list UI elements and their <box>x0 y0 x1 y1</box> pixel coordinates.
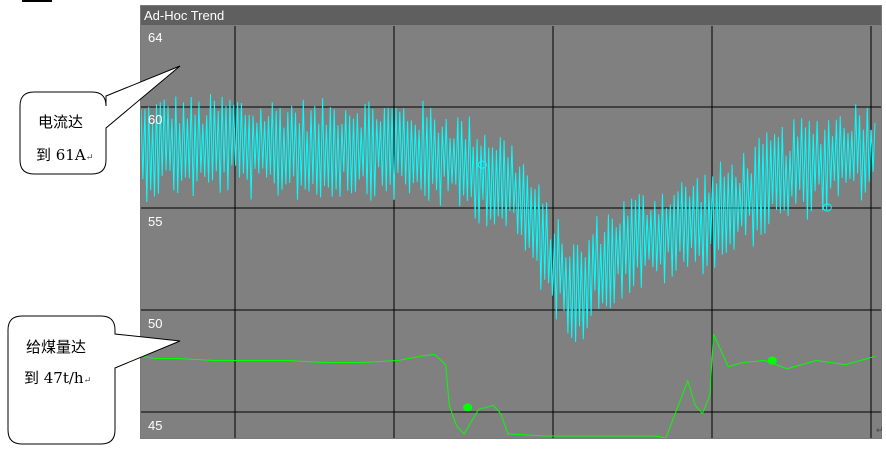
return-mark: ↵ <box>83 376 92 386</box>
callout-current-text: 到 61A↵ <box>36 146 94 164</box>
callout-current-text: 电流达 <box>38 113 84 131</box>
callout-layer <box>7 65 181 445</box>
return-mark: ↵ <box>85 153 94 163</box>
return-mark: ↵ <box>876 426 884 436</box>
callout-coal-feed-text: 给煤量达 <box>26 338 87 356</box>
callout-coal-feed-text: 到 47t/h↵ <box>24 369 92 387</box>
